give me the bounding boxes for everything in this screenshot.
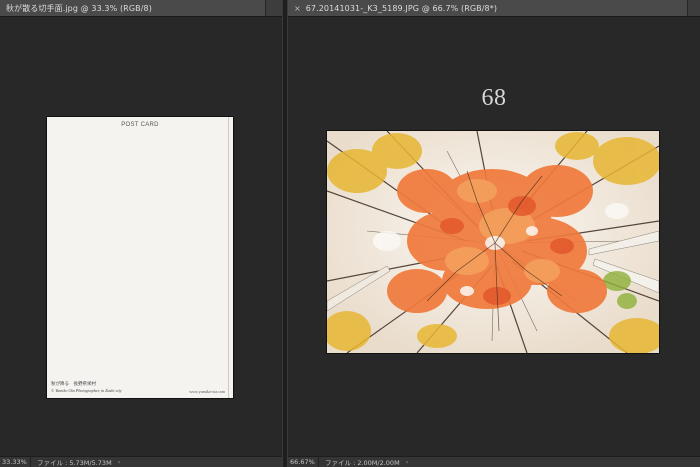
left-document-window: 秋が散る切手面.jpg @ 33.3% (RGB/8) POST CARD 秋が… [0, 0, 282, 467]
tab-left-document[interactable]: 秋が散る切手面.jpg @ 33.3% (RGB/8) [0, 0, 266, 16]
left-status-menu-arrow-icon[interactable]: › [112, 458, 121, 466]
left-tab-bar: 秋が散る切手面.jpg @ 33.3% (RGB/8) [0, 0, 282, 17]
postcard-image: POST CARD 秋が降る 長野県栄村 © Yumiko Ota Photog… [47, 117, 233, 398]
postcard-caption-credit: © Yumiko Ota Photographer, in Zushi city [51, 388, 122, 393]
postcard-heading: POST CARD [121, 122, 159, 128]
right-zoom-level[interactable]: 66.67% [288, 457, 319, 467]
right-file-info: ファイル : 2.00M/2.00M [325, 459, 400, 467]
postcard-url: www.yumiko-ota.com [189, 389, 225, 394]
left-status-bar: 33.33% ファイル : 5.73M/5.73M › [0, 456, 282, 467]
tab-left-title: 秋が散る切手面.jpg @ 33.3% (RGB/8) [6, 3, 152, 13]
close-tab-icon[interactable]: × [294, 4, 301, 13]
right-status-menu-arrow-icon[interactable]: › [400, 458, 409, 466]
postcard-caption-title: 秋が降る 長野県栄村 [51, 381, 96, 386]
page-number: 68 [481, 85, 507, 111]
postcard-edge-line [228, 117, 229, 398]
tab-right-document[interactable]: × 67.20141031-_K3_5189.JPG @ 66.7% (RGB/… [288, 0, 688, 16]
left-canvas[interactable]: POST CARD 秋が降る 長野県栄村 © Yumiko Ota Photog… [0, 17, 282, 457]
right-document-window: × 67.20141031-_K3_5189.JPG @ 66.7% (RGB/… [288, 0, 700, 467]
right-status-bar: 66.67% ファイル : 2.00M/2.00M › [288, 456, 700, 467]
autumn-leaves-photo [327, 131, 659, 353]
right-canvas[interactable]: 68 [288, 17, 700, 457]
left-zoom-level[interactable]: 33.33% [0, 457, 31, 467]
left-file-info: ファイル : 5.73M/5.73M [37, 459, 112, 467]
autumn-canopy-illustration [327, 131, 659, 353]
right-tab-bar: × 67.20141031-_K3_5189.JPG @ 66.7% (RGB/… [288, 0, 700, 17]
tab-right-title: 67.20141031-_K3_5189.JPG @ 66.7% (RGB/8*… [305, 3, 498, 13]
